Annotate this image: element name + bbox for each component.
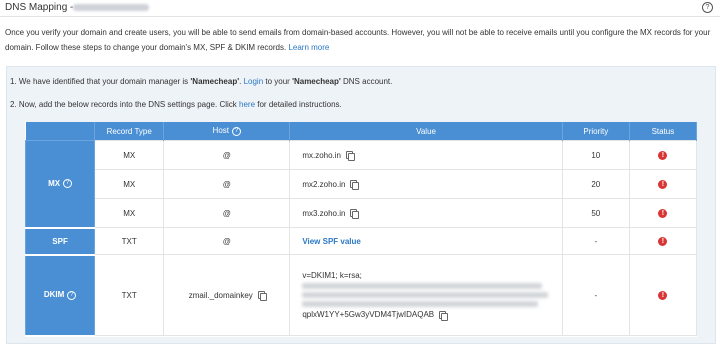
copy-icon[interactable] [350, 180, 360, 191]
dkim-value-first-line: v=DKIM1; k=rsa; [302, 271, 362, 280]
host-help-icon[interactable]: ? [232, 126, 241, 136]
header-status: Status [629, 122, 698, 141]
learn-more-link[interactable]: Learn more [288, 43, 329, 52]
record-type-cell: MX [94, 198, 165, 228]
intro-text: Once you verify your domain and create u… [5, 25, 715, 55]
dkim-group-cell: DKIM? [24, 254, 96, 337]
host-cell: zmail._domainkey [163, 254, 291, 336]
copy-icon[interactable] [346, 151, 355, 162]
spf-group-label: SPF [52, 236, 68, 246]
value-cell: mx2.zoho.in [289, 169, 563, 199]
domain-name-redacted [73, 4, 149, 11]
dkim-value-redacted [302, 283, 543, 289]
dkim-group-label: DKIM [43, 290, 65, 300]
record-type-cell: MX [94, 169, 165, 199]
record-type-cell: TXT [94, 254, 165, 336]
login-link[interactable]: Login [244, 77, 264, 86]
value-cell: mx3.zoho.in [289, 198, 563, 228]
header-bar: DNS Mapping - ? [0, 0, 720, 17]
header-value: Value [289, 122, 563, 141]
record-type-cell: TXT [94, 227, 165, 255]
domain-manager-name-2: 'Namecheap' [292, 77, 341, 86]
priority-cell: 10 [561, 140, 630, 170]
header-priority: Priority [562, 122, 630, 141]
table-row: SPF TXT @ View SPF value - ! [24, 227, 698, 256]
step-2: 2. Now, add the below records into the D… [10, 100, 342, 109]
value-cell: View SPF value [289, 227, 563, 255]
step2-text: 2. Now, add the below records into the D… [10, 100, 240, 109]
status-cell: ! [628, 254, 698, 336]
step1-end: DNS account. [340, 77, 393, 86]
step1-text: 1. We have identified that your domain m… [10, 77, 191, 86]
step2-suffix: for detailed instructions. [255, 100, 342, 109]
dkim-help-icon[interactable]: ? [67, 290, 77, 300]
mx-value: mx2.zoho.in [302, 179, 346, 189]
status-cell: ! [628, 227, 698, 255]
help-icon[interactable]: ? [702, 2, 713, 13]
host-cell: @ [163, 140, 291, 170]
copy-icon[interactable] [257, 291, 267, 302]
error-icon: ! [658, 237, 668, 246]
step-1: 1. We have identified that your domain m… [10, 77, 392, 86]
error-icon: ! [658, 180, 668, 189]
header-group [25, 122, 96, 141]
host-cell: @ [163, 198, 291, 228]
header-record-type: Record Type [94, 122, 165, 141]
dkim-value-last-line: qplxW1YY+5Gw3yVDM4TjwIDAQAB [302, 310, 435, 319]
status-cell: ! [628, 198, 698, 228]
step1-suffix: to your [263, 77, 293, 86]
dkim-value-redacted [302, 301, 539, 307]
host-cell: @ [163, 169, 291, 199]
copy-icon[interactable] [439, 310, 449, 321]
mx-help-icon[interactable]: ? [63, 179, 73, 189]
table-row: MX @ mx2.zoho.in 20 ! [26, 169, 698, 199]
error-icon: ! [658, 291, 668, 300]
value-cell: v=DKIM1; k=rsa; qplxW1YY+5Gw3yVDM4TjwIDA… [289, 254, 563, 336]
value-cell: mx.zoho.in [289, 140, 563, 170]
mx-value: mx3.zoho.in [302, 208, 346, 218]
priority-cell: 50 [561, 198, 630, 228]
mx-group-cell: MX? [24, 140, 96, 229]
table-row: DKIM? TXT zmail._domainkey v=DKIM1; k=rs… [24, 254, 698, 337]
status-cell: ! [628, 169, 698, 199]
header-host: Host? [163, 122, 291, 141]
error-icon: ! [658, 151, 668, 160]
table-row: MX? MX @ mx.zoho.in 10 ! [24, 140, 698, 229]
priority-cell: - [561, 254, 630, 336]
priority-cell: 20 [561, 169, 630, 199]
table-row: MX @ mx3.zoho.in 50 ! [26, 198, 698, 228]
here-link[interactable]: here [239, 100, 255, 109]
dns-records-table: Record Type Host? Value Priority Status … [24, 122, 698, 337]
domain-manager-name: 'Namecheap' [190, 77, 240, 86]
view-spf-value-link[interactable]: View SPF value [302, 237, 361, 246]
spf-group-cell: SPF [24, 227, 96, 256]
dkim-host: zmail._domainkey [188, 290, 253, 300]
error-icon: ! [658, 209, 668, 218]
status-cell: ! [628, 140, 698, 170]
dkim-value-redacted [302, 292, 549, 298]
copy-icon[interactable] [350, 209, 360, 220]
page-title: DNS Mapping - [5, 2, 74, 13]
table-header-row: Record Type Host? Value Priority Status [25, 122, 698, 141]
priority-cell: - [561, 227, 630, 255]
header-host-label: Host [212, 126, 229, 136]
intro-description: Once you verify your domain and create u… [5, 28, 711, 52]
mx-group-label: MX [48, 179, 61, 189]
host-cell: @ [163, 227, 291, 255]
record-type-cell: MX [94, 140, 165, 170]
mx-value: mx.zoho.in [302, 150, 341, 160]
